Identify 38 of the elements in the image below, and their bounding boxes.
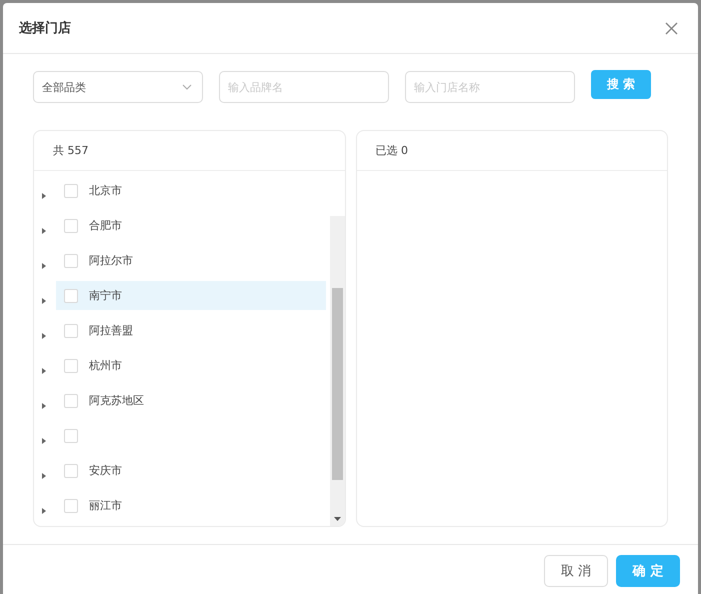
tree-node[interactable]: 丽江市	[56, 491, 326, 520]
tree-node[interactable]: 合肥市	[56, 211, 326, 240]
chevron-down-icon	[182, 84, 192, 90]
checkbox[interactable]	[64, 218, 78, 232]
selected-count: 已选 0	[376, 143, 408, 158]
close-icon[interactable]	[665, 22, 678, 34]
checkbox[interactable]	[64, 288, 78, 302]
expand-triangle-icon[interactable]	[42, 298, 46, 304]
expand-triangle-icon[interactable]	[42, 192, 46, 198]
checkbox[interactable]	[64, 324, 78, 338]
scrollbar[interactable]	[330, 216, 344, 526]
tree-node[interactable]: 阿拉尔市	[56, 246, 326, 275]
scroll-down-arrow-icon[interactable]	[334, 517, 340, 521]
tree-node[interactable]: 安庆市	[56, 456, 326, 485]
checkbox[interactable]	[64, 464, 78, 478]
tree-node[interactable]: 南宁市	[56, 281, 326, 310]
tree-node[interactable]: 北京市	[56, 176, 326, 205]
expand-triangle-icon[interactable]	[42, 508, 46, 514]
checkbox[interactable]	[64, 254, 78, 268]
expand-triangle-icon[interactable]	[42, 438, 46, 444]
checkbox[interactable]	[64, 358, 78, 372]
dialog-title: 选择门店	[19, 20, 71, 37]
category-dropdown[interactable]: 全部品类	[33, 71, 203, 103]
expand-triangle-icon[interactable]	[42, 332, 46, 338]
expand-triangle-icon[interactable]	[42, 228, 46, 234]
total-count: 共 557	[53, 143, 88, 158]
tree-node[interactable]: 阿拉善盟	[56, 316, 326, 345]
tree-node[interactable]: 杭州市	[56, 351, 326, 380]
checkbox[interactable]	[64, 394, 78, 408]
expand-triangle-icon[interactable]	[42, 262, 46, 268]
tree-node[interactable]: 阿克苏地区	[56, 386, 326, 415]
checkbox[interactable]	[64, 428, 78, 442]
expand-triangle-icon[interactable]	[42, 368, 46, 374]
checkbox[interactable]	[64, 184, 78, 198]
expand-triangle-icon[interactable]	[42, 402, 46, 408]
cancel-button[interactable]: 取 消	[544, 555, 608, 587]
expand-triangle-icon[interactable]	[42, 472, 46, 478]
checkbox[interactable]	[64, 498, 78, 512]
